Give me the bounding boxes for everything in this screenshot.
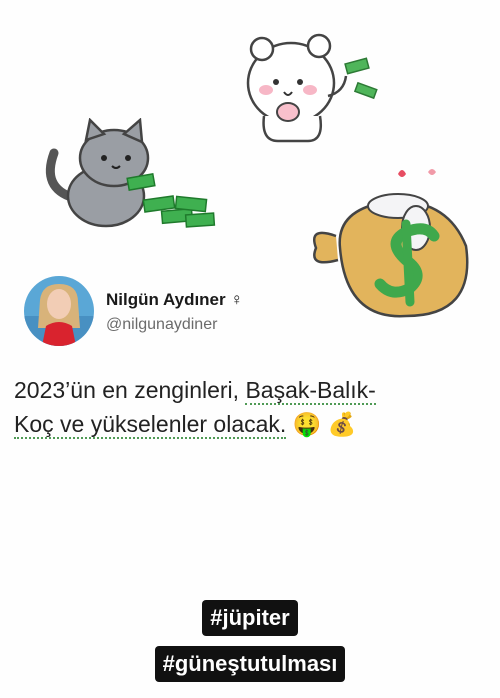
story-canvas: Nilgün Aydıner ♀ @nilgunaydiner 2023’ün …	[0, 0, 500, 698]
gender-symbol-icon: ♀	[230, 290, 244, 309]
tweet-text: 2023’ün en zenginleri, Başak-Balık- Koç …	[14, 373, 484, 442]
signs-link[interactable]: Başak-Balık-	[245, 377, 376, 405]
hashtag-row-2: #güneştutulması	[0, 646, 500, 682]
money-bag-emoji-icon: 💰	[327, 412, 357, 438]
hashtag-row-1: #jüpiter	[0, 600, 500, 636]
hashtag-jupiter[interactable]: #jüpiter	[202, 600, 298, 636]
tweet-text-line-1: 2023’ün en zenginleri, Başak-Balık-	[14, 373, 484, 407]
signs-link-continued[interactable]: Koç ve yükselenler olacak.	[14, 411, 287, 439]
hashtag-gunes-tutulmasi[interactable]: #güneştutulması	[154, 646, 346, 682]
tweet-text-line-2: Koç ve yükselenler olacak. 🤑 💰	[14, 407, 484, 442]
money-mouth-face-icon: 🤑	[292, 412, 322, 438]
author-handle[interactable]: @nilgunaydiner	[106, 316, 217, 334]
author-name-text: Nilgün Aydıner	[106, 290, 226, 309]
money-bag-icon	[306, 166, 482, 336]
cat-money-icon	[36, 118, 226, 238]
tweet-header: Nilgün Aydıner ♀ @nilgunaydiner	[24, 276, 324, 346]
tweet-text-part: 2023’ün en zenginleri,	[14, 377, 246, 403]
bear-money-icon	[236, 26, 386, 146]
author-name[interactable]: Nilgün Aydıner ♀	[106, 290, 243, 310]
avatar[interactable]	[24, 276, 94, 346]
